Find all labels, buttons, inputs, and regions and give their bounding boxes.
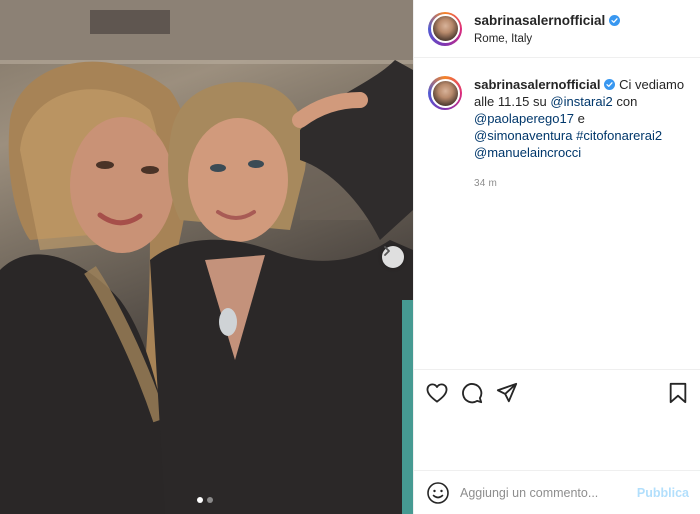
post-timestamp[interactable]: 34 m (474, 175, 686, 192)
share-button[interactable] (494, 380, 520, 406)
header-text: sabrinasalernofficial Rome, Italy (474, 12, 621, 45)
mention-paolaperego17[interactable]: @paolaperego17 (474, 111, 574, 126)
caption: sabrinasalernofficial Ci vediamo alle 11… (474, 76, 686, 369)
post-location[interactable]: Rome, Italy (474, 33, 620, 45)
hashtag-citofonarerai2[interactable]: #citofonarerai2 (576, 128, 662, 143)
smiley-icon[interactable] (426, 481, 450, 505)
bookmark-icon (669, 382, 687, 404)
avatar-image (430, 14, 460, 43)
action-bar (414, 370, 700, 416)
caption-text-2: con (616, 94, 638, 109)
like-button[interactable] (424, 380, 450, 406)
comment-bubble-icon (462, 383, 483, 404)
caption-avatar-image (430, 78, 460, 108)
caption-text-3: e (577, 111, 585, 126)
avatar[interactable] (428, 11, 462, 46)
heart-icon (426, 383, 448, 403)
post-side-panel: sabrinasalernofficial Rome, Italy sabrin… (413, 0, 700, 514)
carousel-indicator (197, 497, 213, 503)
header-username-text[interactable]: sabrinasalernofficial (474, 13, 605, 28)
photo-illustration (0, 0, 413, 514)
post-header: sabrinasalernofficial Rome, Italy (414, 0, 700, 58)
verified-badge-icon (604, 79, 616, 90)
save-button[interactable] (665, 380, 691, 406)
comment-button[interactable] (459, 380, 485, 406)
caption-username[interactable]: sabrinasalernofficial (474, 76, 616, 93)
paper-plane-icon (496, 382, 518, 403)
mention-instarai2[interactable]: @instarai2 (550, 94, 612, 109)
caption-text: sabrinasalernofficial Ci vediamo alle 11… (474, 76, 686, 161)
comment-bar: Pubblica (414, 470, 700, 514)
caption-area: sabrinasalernofficial Ci vediamo alle 11… (414, 58, 700, 370)
mention-simonaventura[interactable]: @simonaventura (474, 128, 572, 143)
publish-button[interactable]: Pubblica (637, 486, 689, 500)
post-photo[interactable] (0, 0, 413, 514)
comment-input[interactable] (460, 485, 637, 500)
verified-badge-icon (609, 15, 621, 26)
caption-avatar[interactable] (428, 76, 462, 110)
carousel-dot-2 (207, 497, 213, 503)
mention-manuelaincrocci[interactable]: @manuelaincrocci (474, 145, 581, 160)
header-username[interactable]: sabrinasalernofficial (474, 13, 621, 28)
carousel-dot-1 (197, 497, 203, 503)
caption-username-text[interactable]: sabrinasalernofficial (474, 76, 600, 93)
chevron-right-icon (384, 246, 390, 256)
carousel-next-button[interactable] (382, 246, 404, 268)
